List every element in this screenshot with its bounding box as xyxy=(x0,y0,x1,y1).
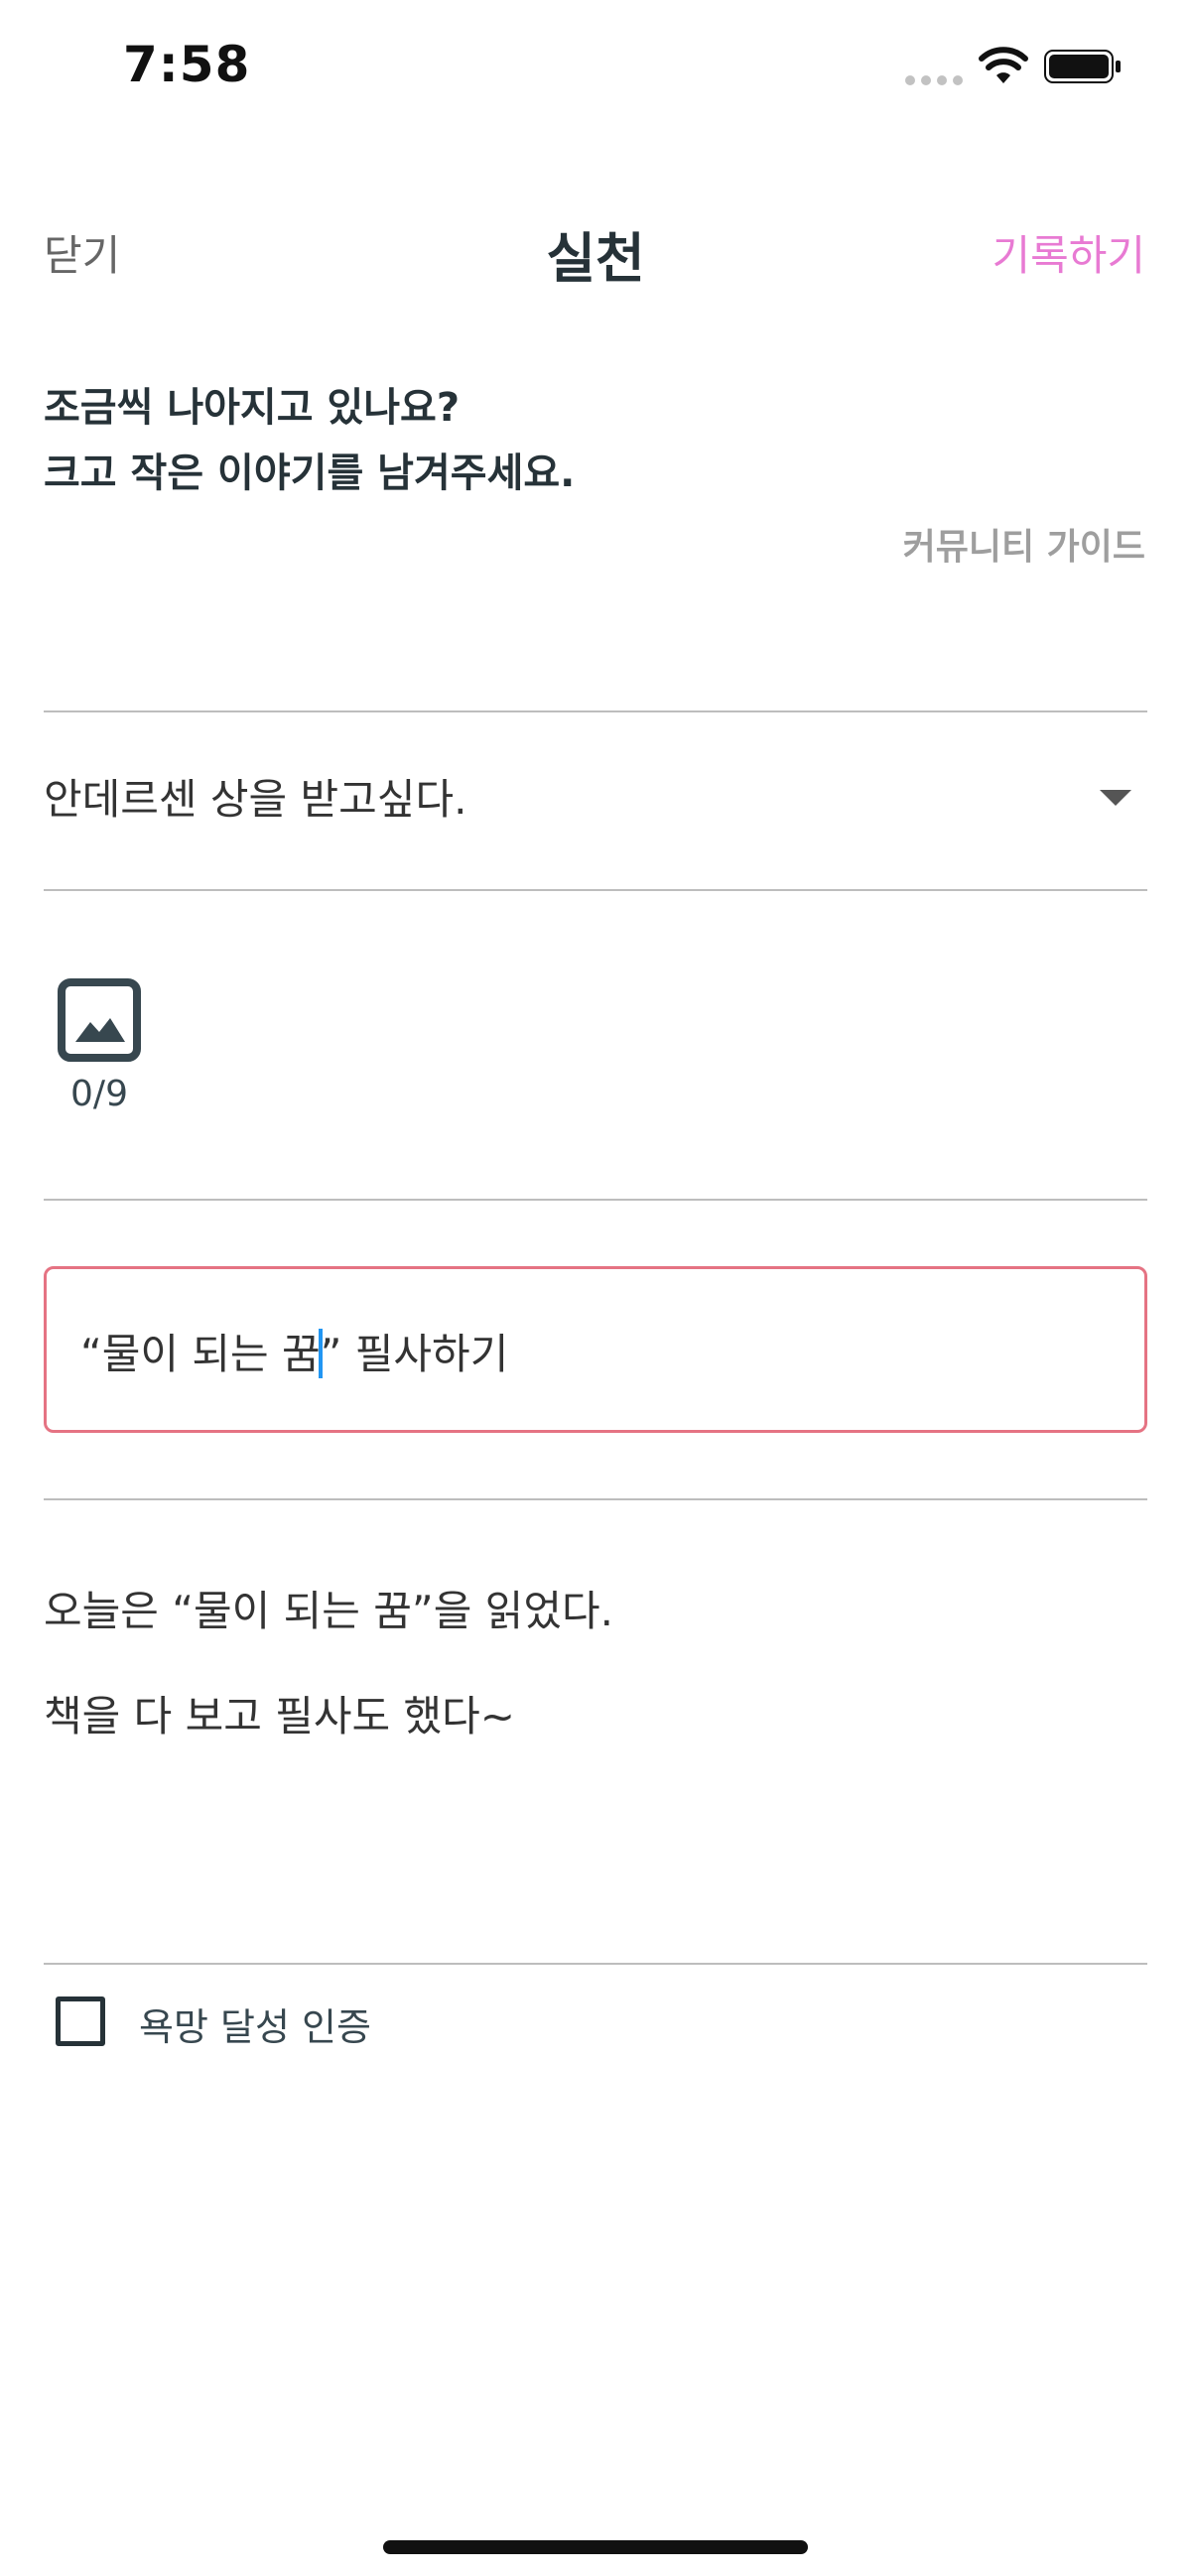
divider xyxy=(44,1498,1147,1500)
title-input-value: “물이 되는 꿈” 필사하기 xyxy=(80,1321,508,1381)
cellular-signal-icon xyxy=(905,75,965,85)
title-text-after-caret: ” 필사하기 xyxy=(320,1330,509,1378)
status-time: 7:58 xyxy=(123,36,251,93)
goal-select-value: 안데르센 상을 받고싶다. xyxy=(44,775,467,824)
title-input[interactable]: “물이 되는 꿈” 필사하기 xyxy=(44,1266,1147,1433)
achievement-checkbox[interactable] xyxy=(56,1996,105,2046)
status-bar: 7:58 xyxy=(0,0,1191,139)
divider xyxy=(44,1963,1147,1965)
home-indicator xyxy=(383,2540,808,2554)
battery-icon xyxy=(1044,50,1121,83)
add-photo-button[interactable] xyxy=(58,978,141,1062)
content-paragraph: 오늘은 “물이 되는 꿈”을 읽었다. xyxy=(44,1587,613,1635)
wifi-icon xyxy=(979,47,1028,83)
goal-select[interactable]: 안데르센 상을 받고싶다. xyxy=(44,710,1147,889)
close-button[interactable]: 닫기 xyxy=(44,222,120,283)
photo-count: 0/9 xyxy=(70,1074,128,1114)
title-text-before-caret: “물이 되는 꿈 xyxy=(80,1330,321,1378)
content-paragraph: 책을 다 보고 필사도 했다~ xyxy=(44,1692,515,1740)
content-textarea[interactable]: 오늘은 “물이 되는 꿈”을 읽었다. 책을 다 보고 필사도 했다~ xyxy=(44,1588,1147,1798)
nav-bar: 닫기 실천 기록하기 xyxy=(0,198,1191,308)
submit-button[interactable]: 기록하기 xyxy=(992,222,1145,283)
achievement-check-label: 욕망 달성 인증 xyxy=(139,2005,371,2049)
dropdown-arrow-icon xyxy=(1100,790,1131,806)
intro-line-1: 조금씩 나아지고 있나요? xyxy=(44,385,461,431)
achievement-check-row[interactable]: 욕망 달성 인증 xyxy=(44,1985,1147,2064)
community-guide-link[interactable]: 커뮤니티 가이드 xyxy=(903,518,1145,570)
intro-line-2: 크고 작은 이야기를 남겨주세요. xyxy=(44,451,576,496)
divider xyxy=(44,1199,1147,1201)
divider xyxy=(44,889,1147,891)
intro-text: 조금씩 나아지고 있나요? 크고 작은 이야기를 남겨주세요. xyxy=(44,375,1147,506)
